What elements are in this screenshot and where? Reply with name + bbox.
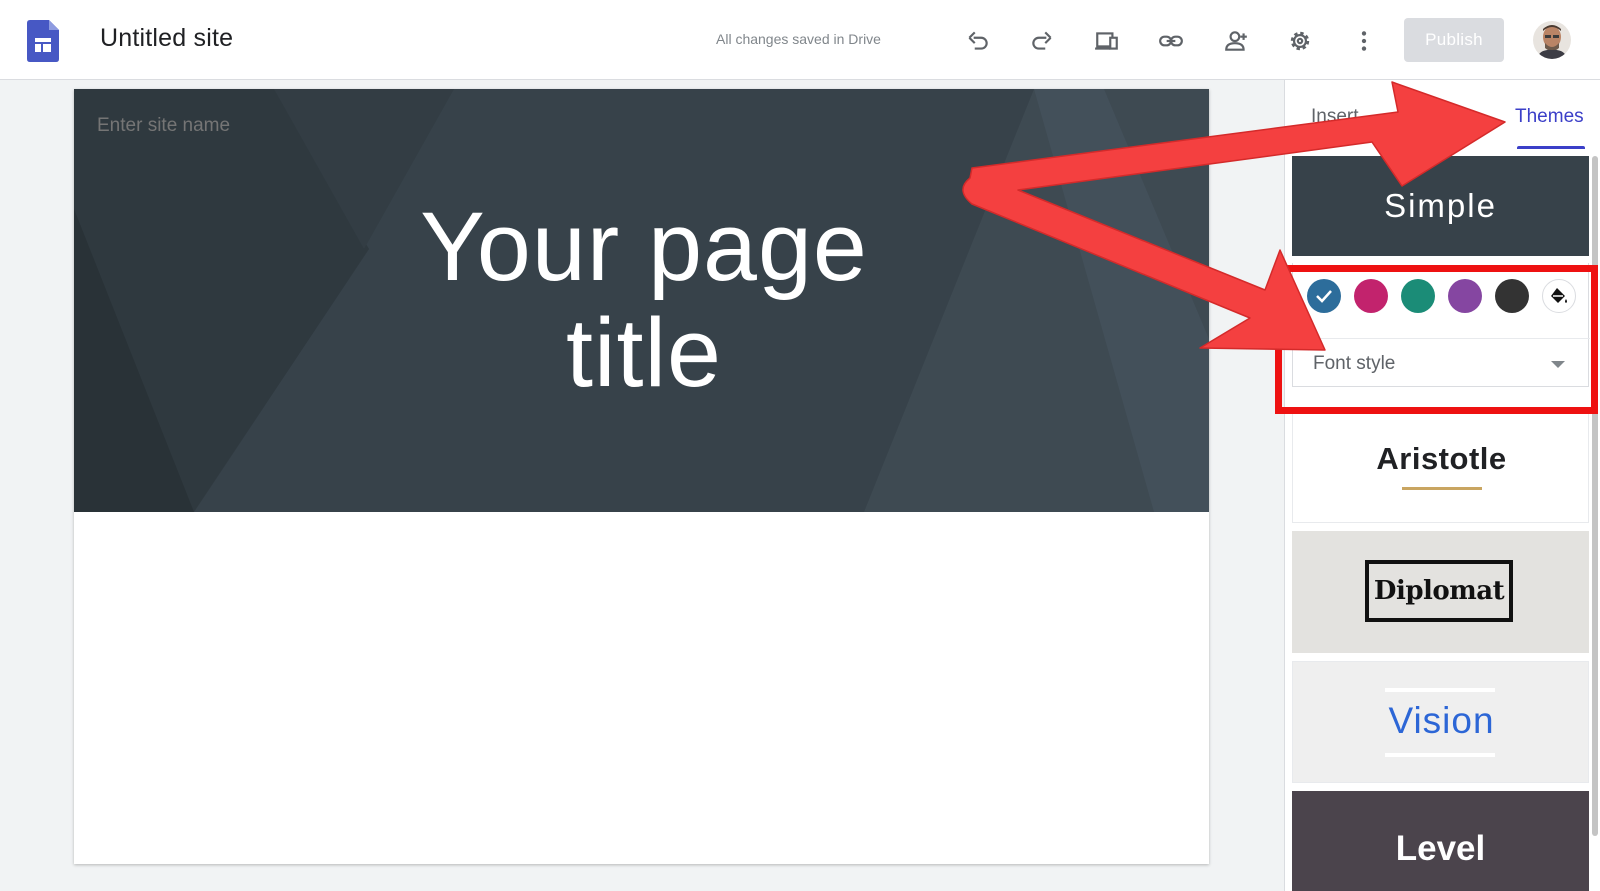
theme-level[interactable]: Level <box>1292 791 1589 891</box>
active-tab-indicator <box>1517 146 1585 149</box>
more-vert-icon[interactable] <box>1346 23 1382 59</box>
google-sites-editor: Untitled site All changes saved in Drive… <box>0 0 1600 891</box>
paint-bucket-icon[interactable] <box>1542 279 1576 313</box>
theme-options: Font style <box>1292 263 1590 387</box>
check-icon <box>1316 290 1332 303</box>
share-person-add-icon[interactable] <box>1218 23 1254 59</box>
link-icon[interactable] <box>1153 23 1189 59</box>
undo-icon[interactable] <box>960 23 996 59</box>
page-title-line-2: title <box>566 298 722 407</box>
page-title[interactable]: Your page title <box>304 194 984 406</box>
color-swatch-blue[interactable] <box>1307 279 1341 313</box>
save-status: All changes saved in Drive <box>716 31 881 47</box>
tab-insert[interactable]: Insert <box>1311 106 1359 128</box>
avatar[interactable] <box>1533 21 1571 59</box>
theme-simple-label: Simple <box>1384 187 1497 224</box>
color-swatch-purple[interactable] <box>1448 279 1482 313</box>
chevron-down-icon <box>1551 361 1565 368</box>
site-title[interactable]: Untitled site <box>100 24 233 53</box>
theme-aristotle[interactable]: Aristotle <box>1292 413 1589 523</box>
theme-aristotle-label: Aristotle <box>1376 441 1507 476</box>
site-name-input[interactable] <box>97 115 397 137</box>
color-swatch-dark-gray[interactable] <box>1495 279 1529 313</box>
color-swatch-pink[interactable] <box>1354 279 1388 313</box>
color-swatch-teal[interactable] <box>1401 279 1435 313</box>
page-header-banner[interactable]: Your page title <box>74 89 1209 512</box>
theme-vision-label: Vision <box>1388 700 1495 741</box>
page-title-line-1: Your page <box>420 192 868 301</box>
color-swatches <box>1307 279 1576 313</box>
redo-icon[interactable] <box>1024 23 1060 59</box>
font-style-label: Font style <box>1313 353 1396 374</box>
panel-scrollbar[interactable] <box>1592 156 1598 836</box>
theme-diplomat-label: Diplomat <box>1373 576 1505 606</box>
preview-devices-icon[interactable] <box>1089 23 1125 59</box>
theme-vision[interactable]: Vision <box>1292 661 1589 783</box>
font-style-dropdown[interactable]: Font style <box>1293 338 1590 387</box>
theme-aristotle-underline <box>1402 487 1482 490</box>
site-page-canvas: Your page title <box>74 89 1209 864</box>
theme-diplomat[interactable]: Diplomat <box>1292 531 1589 653</box>
settings-gear-icon[interactable] <box>1282 23 1318 59</box>
top-bar: Untitled site All changes saved in Drive… <box>0 0 1600 80</box>
theme-diplomat-frame: Diplomat <box>1365 560 1513 622</box>
publish-button[interactable]: Publish <box>1404 18 1504 62</box>
tab-themes[interactable]: Themes <box>1515 106 1584 128</box>
theme-level-label: Level <box>1395 829 1486 868</box>
side-panel: Insert Themes Simple Font style Aristotl… <box>1284 80 1600 891</box>
theme-vision-top-line <box>1385 688 1495 692</box>
theme-simple[interactable]: Simple <box>1292 156 1589 256</box>
google-sites-logo-icon[interactable] <box>27 20 59 62</box>
theme-vision-bottom-line <box>1385 753 1495 757</box>
